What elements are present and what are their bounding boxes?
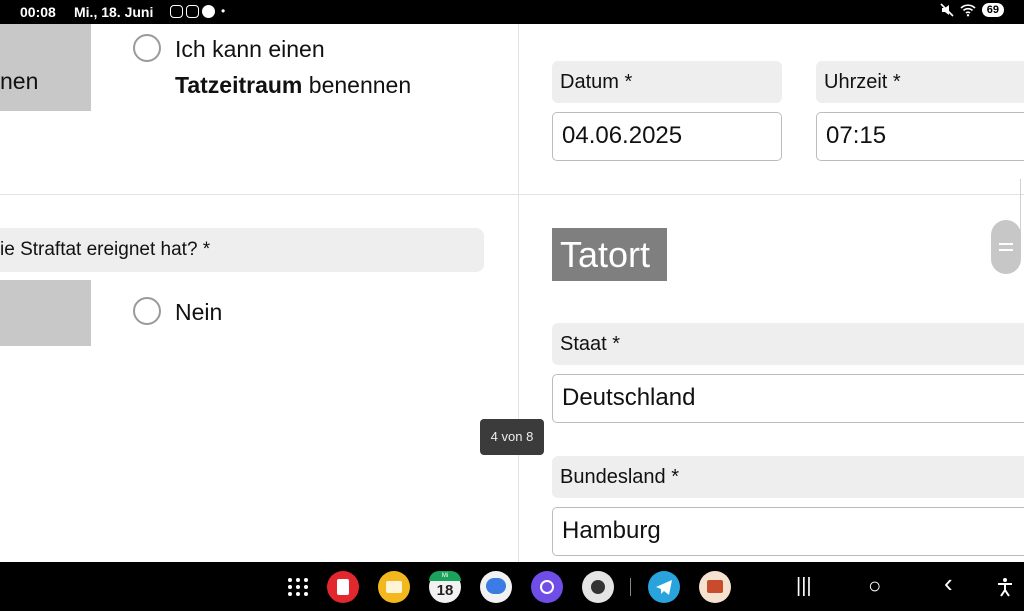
app-icon <box>202 4 215 18</box>
section-title-tatort: Tatort <box>552 228 667 281</box>
taskbar-separator <box>630 578 631 596</box>
messages-app-icon[interactable] <box>480 571 512 603</box>
form-content: nen Ich kann einen Tatzeitraum benennen … <box>0 24 1024 562</box>
option-rest: benennen <box>302 72 412 98</box>
selected-option-box[interactable]: nen <box>0 24 91 111</box>
apps-grid-icon[interactable] <box>282 571 314 603</box>
question-text: ie Straftat ereignet hat? * <box>0 239 211 260</box>
uhrzeit-field[interactable]: 07:15 <box>816 112 1024 161</box>
radio-tatzeitraum[interactable] <box>133 34 161 62</box>
instagram-icon <box>170 4 183 18</box>
option-nein-label: Nein <box>175 299 223 325</box>
status-bar: 00:08 Mi., 18. Juni • 69 <box>0 0 1024 24</box>
internet-app-icon[interactable] <box>531 571 563 603</box>
uhrzeit-label: Uhrzeit * <box>816 61 1024 103</box>
notification-dot: • <box>221 4 226 18</box>
option-bold: Tatzeitraum <box>175 72 303 98</box>
instagram-icon <box>186 4 199 18</box>
camera-app-icon[interactable] <box>582 571 614 603</box>
datum-field[interactable]: 04.06.2025 <box>552 112 782 161</box>
column-divider <box>518 24 519 562</box>
notes-app-icon[interactable] <box>327 571 359 603</box>
home-button[interactable]: ○ <box>868 574 881 598</box>
taskbar: Mi 18 ||| ○ ‹ <box>0 562 1024 611</box>
files-app-icon[interactable] <box>378 571 410 603</box>
option-ja-box[interactable] <box>0 280 91 346</box>
telegram-app-icon[interactable] <box>648 571 680 603</box>
calendar-app-icon[interactable]: Mi 18 <box>429 571 461 603</box>
staat-field[interactable]: Deutschland <box>552 374 1024 423</box>
mute-icon <box>940 3 954 17</box>
scroll-handle[interactable] <box>991 220 1021 274</box>
calendar-day: 18 <box>436 582 454 599</box>
option-line1: Ich kann einen <box>175 36 325 62</box>
status-date: Mi., 18. Juni <box>74 4 154 20</box>
option-tatzeitraum-label: Ich kann einen Tatzeitraum benennen <box>175 31 411 103</box>
status-time: 00:08 <box>20 4 56 20</box>
battery-indicator: 69 <box>981 3 1004 17</box>
calendar-month: Mi <box>441 573 449 579</box>
radio-nein[interactable] <box>133 297 161 325</box>
recent-apps-button[interactable]: ||| <box>796 574 812 598</box>
accessibility-icon[interactable] <box>996 577 1014 597</box>
status-right: 69 <box>940 3 1004 17</box>
wifi-icon <box>960 4 976 17</box>
selected-option-text: nen <box>0 68 39 94</box>
notification-icons: • <box>170 4 225 18</box>
bundesland-field[interactable]: Hamburg <box>552 507 1024 556</box>
back-button[interactable]: ‹ <box>944 570 953 596</box>
question-label: ie Straftat ereignet hat? * <box>0 228 484 272</box>
datum-label: Datum * <box>552 61 782 103</box>
bundesland-label: Bundesland * <box>552 456 1024 498</box>
staat-label: Staat * <box>552 323 1024 365</box>
row-divider <box>0 194 1024 195</box>
page-indicator: 4 von 8 <box>480 419 544 455</box>
slides-app-icon[interactable] <box>699 571 731 603</box>
